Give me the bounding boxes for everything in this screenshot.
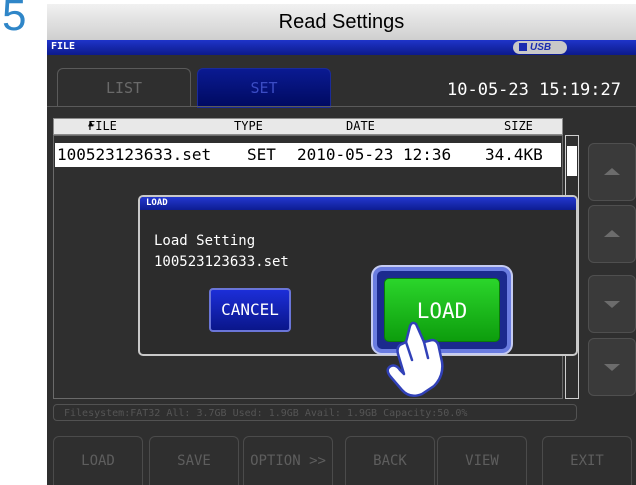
load-menu-button[interactable]: LOAD xyxy=(53,436,143,485)
sort-ascending-icon: ▲ xyxy=(88,119,94,129)
step-number: 5 xyxy=(2,0,27,40)
page-title: Read Settings xyxy=(47,4,636,40)
scrollbar-thumb[interactable] xyxy=(567,146,577,176)
triangle-down-icon xyxy=(604,364,620,371)
usb-badge: USB xyxy=(513,41,567,54)
file-row[interactable]: 100523123633.set SET 2010-05-23 12:36 34… xyxy=(55,143,561,167)
scroll-down-button[interactable] xyxy=(588,275,636,333)
file-size: 34.4KB xyxy=(485,145,543,164)
tab-set[interactable]: SET xyxy=(197,68,331,108)
file-date: 2010-05-23 12:36 xyxy=(297,145,452,164)
view-button[interactable]: VIEW xyxy=(437,436,527,485)
pointing-hand-icon xyxy=(386,321,444,398)
option-button[interactable]: OPTION >> xyxy=(243,436,333,485)
col-header-size[interactable]: SIZE xyxy=(504,119,533,133)
save-button[interactable]: SAVE xyxy=(149,436,239,485)
col-header-date[interactable]: DATE xyxy=(346,119,375,133)
triangle-up-icon xyxy=(604,230,620,237)
file-type: SET xyxy=(247,145,276,164)
load-dialog: LOAD Load Setting 100523123633.set CANCE… xyxy=(138,195,578,356)
dialog-title: LOAD xyxy=(140,197,576,210)
cancel-button[interactable]: CANCEL xyxy=(209,288,291,332)
device-screen: FILE USB LIST SET 10-05-23 15:19:27 FILE… xyxy=(47,40,636,485)
usb-icon xyxy=(519,43,527,52)
triangle-up-icon xyxy=(604,168,620,175)
screen-header-label: FILE xyxy=(51,41,76,52)
filesystem-info: Filesystem:FAT32 All: 3.7GB Used: 1.9GB … xyxy=(53,404,577,421)
scroll-bottom-button[interactable] xyxy=(588,338,636,396)
dialog-message: Load Setting xyxy=(154,233,256,249)
usb-label: USB xyxy=(530,42,552,53)
scroll-up-button[interactable] xyxy=(588,205,636,263)
dialog-filename: 100523123633.set xyxy=(154,254,289,270)
header-divider xyxy=(47,106,636,107)
file-list-header: FILE NAME▲ TYPE DATE SIZE xyxy=(53,118,563,147)
triangle-down-icon xyxy=(604,301,620,308)
exit-button[interactable]: EXIT xyxy=(542,436,632,485)
scroll-top-button[interactable] xyxy=(588,143,636,201)
tab-list[interactable]: LIST xyxy=(57,68,191,107)
back-button[interactable]: BACK xyxy=(345,436,435,485)
col-header-type[interactable]: TYPE xyxy=(234,119,263,133)
datetime-display: 10-05-23 15:19:27 xyxy=(447,80,621,100)
file-name: 100523123633.set xyxy=(57,145,212,164)
screen-header: FILE USB xyxy=(47,40,636,55)
